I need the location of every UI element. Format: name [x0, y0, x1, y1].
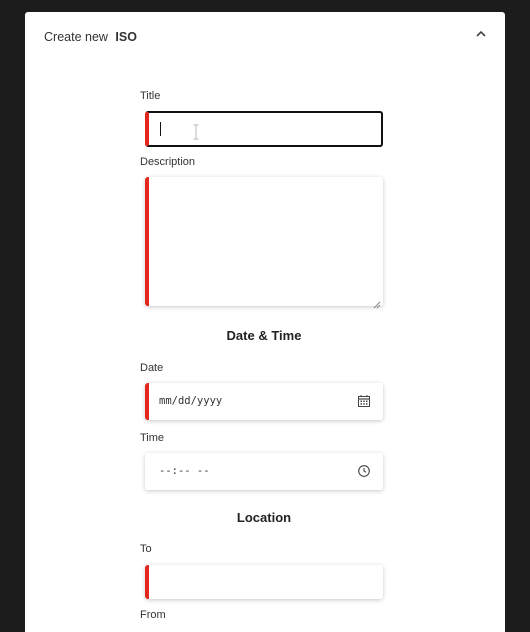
resize-handle-icon[interactable] — [373, 296, 381, 309]
calendar-icon[interactable] — [357, 394, 371, 408]
time-label: Time — [140, 432, 165, 444]
title-input[interactable] — [145, 111, 383, 147]
to-label: To — [140, 543, 152, 555]
to-input[interactable] — [145, 565, 383, 599]
date-input[interactable]: mm/dd/yyyy — [145, 383, 383, 420]
description-label: Description — [140, 156, 196, 168]
date-label: Date — [140, 362, 164, 374]
card-title-prefix: Create new — [44, 30, 108, 44]
date-time-section-title: Date & Time — [226, 328, 302, 343]
mouse-cursor-ibeam — [193, 124, 199, 140]
from-label: From — [140, 609, 166, 621]
text-caret — [160, 122, 161, 136]
location-section-title: Location — [236, 510, 292, 525]
date-placeholder: mm/dd/yyyy — [159, 395, 223, 407]
chevron-up-icon[interactable] — [473, 26, 489, 42]
description-textarea[interactable] — [145, 177, 383, 309]
card-title: Create new ISO — [44, 30, 137, 44]
time-input[interactable]: --:-- -- — [145, 453, 383, 490]
title-label: Title — [140, 90, 161, 102]
create-iso-card: Create new ISO Title Description Date & … — [25, 12, 505, 632]
time-placeholder: --:-- -- — [159, 465, 210, 477]
card-title-entity: ISO — [115, 30, 137, 44]
clock-icon[interactable] — [357, 464, 371, 478]
card-header[interactable]: Create new ISO — [25, 12, 505, 62]
